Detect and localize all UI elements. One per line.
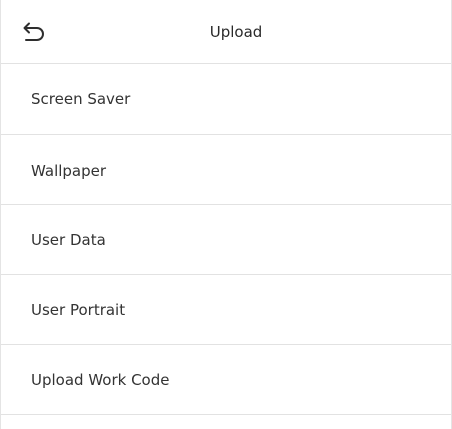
- menu-item-user-portrait[interactable]: User Portrait: [1, 275, 451, 345]
- page-title: Upload: [209, 23, 263, 41]
- menu-item-screen-saver[interactable]: Screen Saver: [1, 64, 451, 135]
- upload-screen: Upload Screen Saver Wallpaper User Data …: [0, 0, 452, 429]
- menu-item-upload-work-code[interactable]: Upload Work Code: [1, 345, 451, 415]
- menu-item-user-data[interactable]: User Data: [1, 205, 451, 275]
- header-bar: Upload: [1, 0, 451, 64]
- menu-item-wallpaper[interactable]: Wallpaper: [1, 135, 451, 205]
- upload-menu-list: Screen Saver Wallpaper User Data User Po…: [1, 64, 451, 415]
